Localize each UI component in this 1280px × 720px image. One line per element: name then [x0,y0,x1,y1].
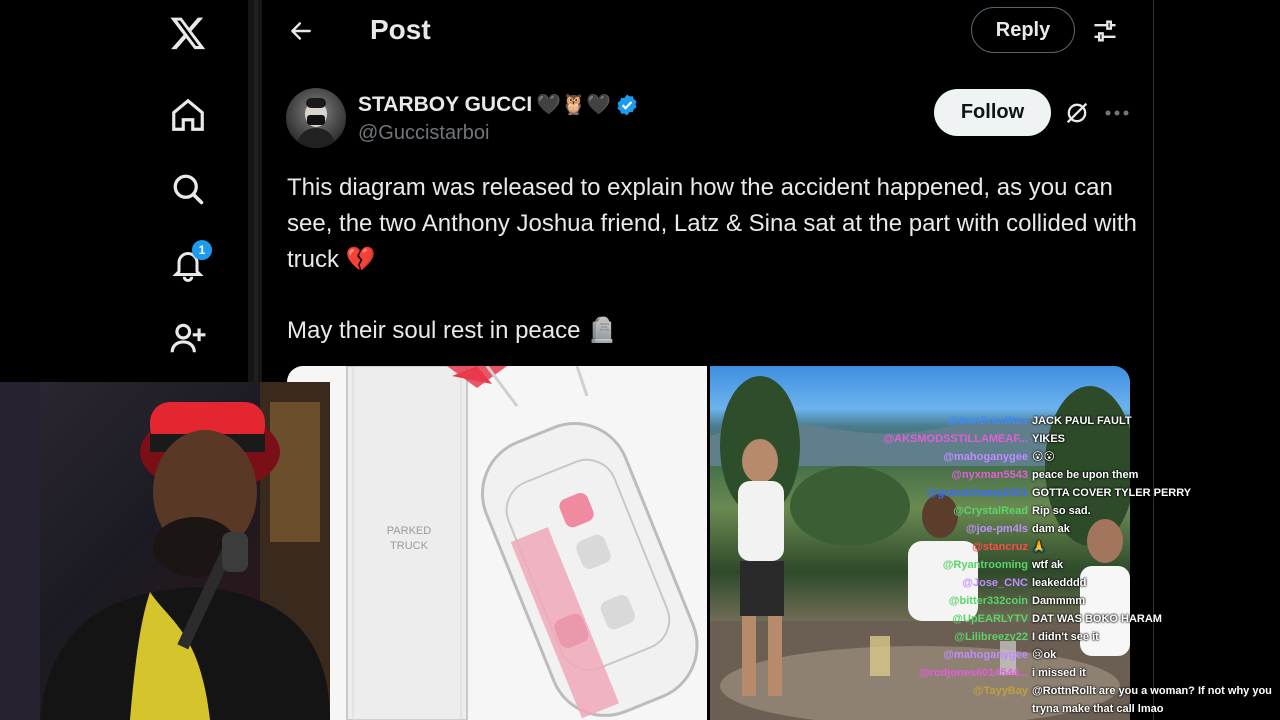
author-name[interactable]: STARBOY GUCCI 🖤🦉🖤 [358,92,639,117]
post-image-diagram[interactable]: PARKED TRUCK [287,366,707,720]
chat-username: @TayyBay [972,685,1028,697]
live-chat-overlay: @SunDriedRes JACK PAUL FAULT @AKSMODSSTILL… [858,412,1280,718]
chat-message: @Jose_CNC leakedddd [858,574,1280,592]
chat-text: 😢ok [1032,649,1057,661]
chat-message: @CrystalRead Rip so sad. [858,502,1280,520]
chat-text: DAT WAS BOKO HARAM [1032,613,1162,625]
chat-username: @Ryantrooming [942,559,1028,571]
diagram-label: PARKED TRUCK [386,525,432,552]
chat-text: YIKES [1032,433,1066,445]
author-name-text: STARBOY GUCCI [358,92,533,116]
page-title: Post [370,14,431,45]
chat-username: @mahoganygee [943,451,1028,463]
chat-message: @rodjones6014544... i missed it [858,664,1280,682]
chat-text: 😮😮 [1032,451,1055,463]
chat-message: @bitter332coin Dammmm [858,592,1280,610]
chat-username: @rodjones6014544... [918,667,1028,679]
chat-text: 🙏 [1032,541,1046,553]
chat-username: @Jose_CNC [962,577,1028,589]
follow-user-icon[interactable] [168,318,208,358]
follow-button[interactable]: Follow [934,89,1051,136]
grok-icon[interactable] [1060,96,1094,130]
x-logo-icon[interactable] [168,13,208,53]
search-icon[interactable] [168,169,208,209]
back-arrow-icon[interactable] [284,14,318,48]
chat-username: @bitter332coin [948,595,1028,607]
chat-text: dam ak [1032,523,1070,535]
more-options-icon[interactable] [1100,96,1134,130]
post-text-closing: May their soul rest in peace 🪦 [287,317,618,344]
chat-message: @UpEARLYTV DAT WAS BOKO HARAM [858,610,1280,628]
chat-message: @mahoganygee 😮😮 [858,448,1280,466]
chat-username: @UpEARLYTV [952,613,1028,625]
chat-message: @stancruz 🙏 [858,538,1280,556]
chat-username: @grandchamp2021 [926,487,1028,499]
chat-username: @nyxman5543 [951,469,1028,481]
chat-message: @grandchamp2021 GOTTA COVER TYLER PERRY [858,484,1280,502]
chat-username: @CrystalRead [953,505,1028,517]
chat-message: @nyxman5543 peace be upon them [858,466,1280,484]
chat-text: I didn't see it [1032,631,1099,643]
filter-sliders-icon[interactable] [1088,14,1122,48]
notification-badge: 1 [192,240,212,260]
chat-text: Rip so sad. [1032,505,1091,517]
author-name-emojis: 🖤🦉🖤 [536,94,611,116]
chat-message: @AKSMODSSTILLAMEAF... YIKES [858,430,1280,448]
chat-text: JACK PAUL FAULT [1032,415,1132,427]
chat-username: @Lilibreezy22 [954,631,1028,643]
chat-text: @RottnRollt are you a woman? If not why … [1032,685,1272,715]
chat-text: GOTTA COVER TYLER PERRY [1032,487,1192,499]
chat-message: @mahoganygee 😢ok [858,646,1280,664]
webcam-overlay [0,382,330,720]
chat-message: @joe-pm4ls dam ak [858,520,1280,538]
chat-text: peace be upon them [1032,469,1139,481]
home-icon[interactable] [168,95,208,135]
author-handle[interactable]: @Guccistarboi [358,122,489,145]
chat-username: @SunDriedRes [948,415,1028,427]
post-text: This diagram was released to explain how… [287,174,1144,273]
chat-message: @Ryantrooming wtf ak [858,556,1280,574]
chat-text: Dammmm [1032,595,1086,607]
chat-message: @Lilibreezy22 I didn't see it [858,628,1280,646]
chat-text: i missed it [1032,667,1086,679]
chat-username: @stancruz [972,541,1028,553]
chat-username: @joe-pm4ls [965,523,1028,535]
chat-username: @AKSMODSSTILLAMEAF... [883,433,1028,445]
chat-text: wtf ak [1032,559,1064,571]
verified-badge-icon [615,93,639,117]
chat-message: @SunDriedRes JACK PAUL FAULT [858,412,1280,430]
chat-text: leakedddd [1032,577,1087,589]
reply-button[interactable]: Reply [971,7,1075,53]
avatar[interactable] [286,88,346,148]
chat-username: @mahoganygee [943,649,1028,661]
chat-message: @TayyBay @RottnRollt are you a woman? If … [858,682,1280,718]
